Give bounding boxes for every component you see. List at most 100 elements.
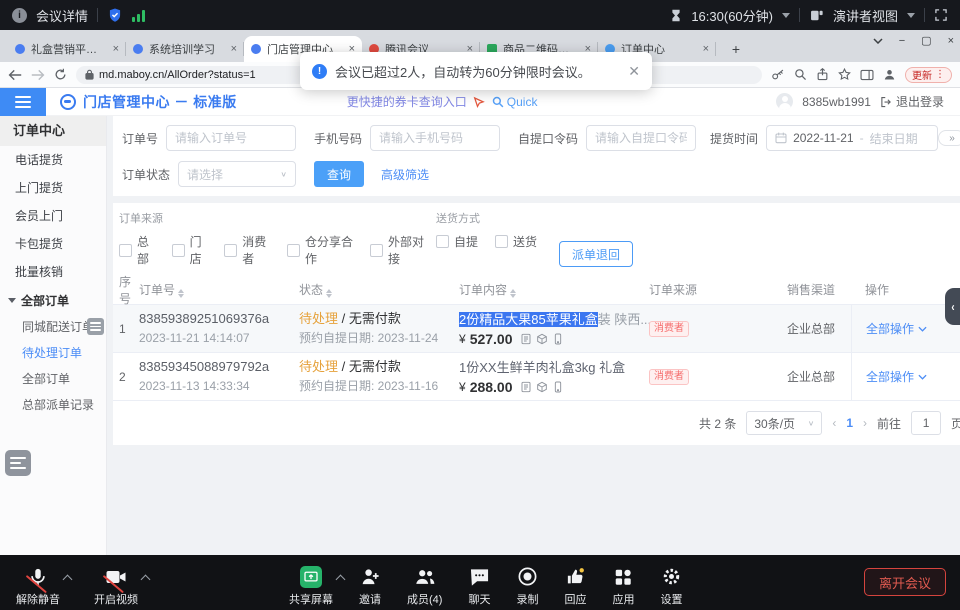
order-no-input[interactable] [166, 125, 296, 151]
start-video-button[interactable]: 开启视频 [94, 565, 138, 607]
view-mode-button[interactable]: 演讲者视图 [833, 6, 898, 25]
chevron-up-icon[interactable] [142, 574, 149, 581]
sidebar-item-member-visit[interactable]: 会员上门 [0, 202, 106, 230]
shield-icon[interactable] [107, 7, 123, 23]
collapse-panel-button[interactable]: » [938, 130, 960, 146]
sidebar-item-phone-pickup[interactable]: 电话提货 [0, 146, 106, 174]
chevron-down-icon[interactable] [907, 13, 915, 18]
phone-icon[interactable] [552, 381, 564, 393]
sidebar-item-batch-verify[interactable]: 批量核销 [0, 258, 106, 286]
checkbox-warehouse-share[interactable]: 仓分享合作 [287, 233, 353, 267]
checkbox[interactable] [172, 244, 185, 257]
receipt-icon[interactable] [520, 381, 532, 393]
unmute-button[interactable]: 解除静音 [16, 565, 60, 607]
sidebar-subitem-city-delivery[interactable]: 同城配送订单 [0, 314, 106, 340]
share-icon[interactable] [816, 68, 829, 81]
checkbox-consumer[interactable]: 消费者 [224, 233, 270, 267]
chat-button[interactable]: 聊天 [468, 565, 490, 607]
gift-box-icon[interactable] [536, 333, 548, 345]
next-page-icon[interactable]: › [863, 416, 867, 430]
reactions-button[interactable]: 回应 [564, 565, 586, 607]
order-status-select[interactable]: 请选择 ∨ [178, 161, 296, 187]
key-icon[interactable] [771, 69, 785, 81]
side-panel-handle[interactable]: ‹ [945, 288, 960, 325]
zoom-icon[interactable] [794, 68, 807, 81]
window-close-icon[interactable]: × [948, 35, 954, 47]
all-actions-dropdown[interactable]: 全部操作 [866, 320, 927, 337]
window-restore-icon[interactable]: ▢ [921, 34, 931, 47]
checkbox-external[interactable]: 外部对接 [370, 233, 426, 267]
page-size-select[interactable]: 30条/页∨ [746, 411, 822, 435]
chevron-up-icon[interactable] [64, 574, 71, 581]
sidebar-section-all-orders[interactable]: 全部订单 [0, 286, 106, 314]
close-tab-icon[interactable]: × [231, 44, 237, 55]
forward-icon[interactable] [31, 69, 45, 81]
profile-icon[interactable] [883, 68, 896, 81]
checkbox[interactable] [436, 235, 449, 248]
checkbox[interactable] [370, 244, 383, 257]
pickup-code-input[interactable] [586, 125, 696, 151]
sidebar-item-door-pickup[interactable]: 上门提货 [0, 174, 106, 202]
sidebar-item-card-pickup[interactable]: 卡包提货 [0, 230, 106, 258]
checkbox[interactable] [287, 244, 300, 257]
current-page[interactable]: 1 [846, 416, 853, 430]
goto-page-input[interactable] [911, 411, 941, 435]
all-actions-dropdown[interactable]: 全部操作 [866, 368, 927, 385]
user-avatar[interactable] [776, 93, 793, 110]
meeting-details-button[interactable]: 会议详情 [36, 6, 88, 25]
phone-icon[interactable] [552, 333, 564, 345]
reload-icon[interactable] [54, 68, 67, 81]
sort-icon[interactable] [326, 289, 332, 298]
chevron-down-icon[interactable] [782, 13, 790, 18]
record-button[interactable]: 录制 [516, 565, 538, 607]
col-status[interactable]: 状态 [299, 281, 459, 298]
list-toggle-icon[interactable] [87, 318, 104, 335]
toast-close-icon[interactable]: ✕ [628, 63, 640, 80]
receipt-icon[interactable] [520, 333, 532, 345]
window-chevron-icon[interactable] [873, 38, 883, 44]
checkbox-self-pickup[interactable]: 自提 [436, 233, 478, 250]
checkbox[interactable] [495, 235, 508, 248]
share-screen-button[interactable]: 共享屏幕 [289, 565, 333, 607]
browser-update-button[interactable]: 更新⋮ [905, 67, 952, 83]
phone-input[interactable] [370, 125, 500, 151]
sort-icon[interactable] [510, 289, 516, 298]
date-range-input[interactable]: 2022-11-21 - 结束日期 [766, 125, 938, 151]
menu-toggle-button[interactable] [0, 88, 46, 116]
checkbox-store[interactable]: 门店 [172, 233, 208, 267]
col-content[interactable]: 订单内容 [459, 281, 649, 298]
sidebar-subitem-all-orders[interactable]: 全部订单 [0, 366, 106, 392]
logout-button[interactable]: 退出登录 [880, 93, 944, 110]
leave-meeting-button[interactable]: 离开会议 [864, 568, 946, 596]
prev-page-icon[interactable]: ‹ [832, 416, 836, 430]
chevron-up-icon[interactable] [337, 574, 344, 581]
close-tab-icon[interactable]: × [703, 44, 709, 55]
apps-button[interactable]: 应用 [612, 565, 634, 607]
quick-search-link[interactable]: Quick [492, 95, 538, 109]
advanced-filter-link[interactable]: 高级筛选 [381, 166, 429, 183]
checkbox-delivery[interactable]: 送货 [495, 233, 537, 250]
browser-tab[interactable]: 礼盒营销平台管理中心 × [8, 36, 126, 62]
table-row[interactable]: 1 83859389251069376a 2023-11-21 14:14:07… [113, 305, 960, 353]
checkbox-hq[interactable]: 总部 [119, 233, 155, 267]
dispatch-return-button[interactable]: 派单退回 [559, 241, 633, 267]
new-tab-button[interactable]: + [728, 41, 744, 57]
star-icon[interactable] [838, 68, 851, 81]
close-tab-icon[interactable]: × [113, 44, 119, 55]
col-order-no[interactable]: 订单号 [139, 281, 299, 298]
table-row[interactable]: 2 83859345088979792a 2023-11-13 14:33:34… [113, 353, 960, 401]
gift-box-icon[interactable] [536, 381, 548, 393]
search-button[interactable]: 查询 [314, 161, 364, 187]
settings-button[interactable]: 设置 [660, 565, 682, 607]
window-minimize-icon[interactable]: − [899, 35, 905, 47]
members-button[interactable]: 成员(4) [407, 565, 442, 607]
fullscreen-icon[interactable] [934, 8, 948, 22]
sidebar-panel-icon[interactable] [860, 69, 874, 81]
quick-menu-icon[interactable] [5, 450, 31, 476]
browser-tab[interactable]: 系统培训学习 × [126, 36, 244, 62]
coupon-query-entry-link[interactable]: 更快捷的券卡查询入口 [347, 93, 467, 110]
checkbox[interactable] [119, 244, 132, 257]
sidebar-subitem-pending-orders[interactable]: 待处理订单 [0, 340, 106, 366]
back-icon[interactable] [8, 69, 22, 81]
sidebar-subitem-hq-dispatch-log[interactable]: 总部派单记录 [0, 392, 106, 418]
